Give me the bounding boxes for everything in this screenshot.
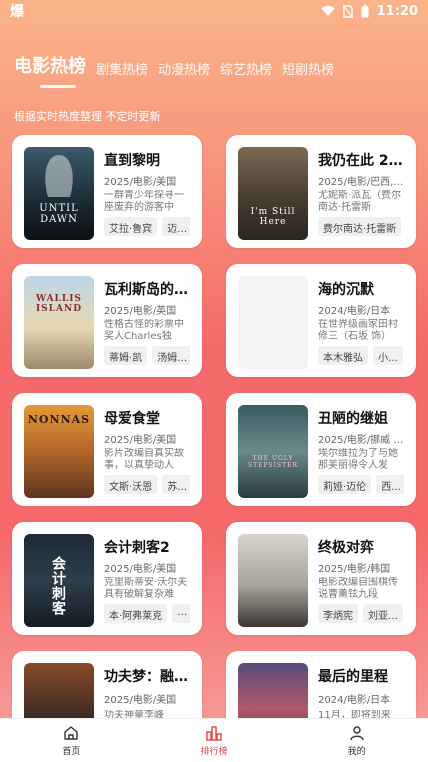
movie-card[interactable]: WALLIS ISLAND 瓦利斯岛的… 2025/电影/英国 性格古怪的彩票中… (12, 264, 202, 377)
cast-chip[interactable]: 苏… (162, 475, 190, 494)
movie-description: 性格古怪的彩票中奖人Charles独自… (104, 319, 184, 341)
movie-meta: 2025/电影/巴西,… (318, 176, 404, 187)
movie-description: 影片改编自真实故事，以真挚动人的… (104, 448, 184, 470)
movie-description: 在世界级画家田村修三（石坂 饰）的… (318, 319, 398, 341)
poster-title: UNTIL DAWN (39, 203, 79, 225)
movie-meta: 2025/电影/美国 (104, 176, 177, 187)
movie-description: 克里斯蒂安·沃尔夫具有破解复杂难题… (104, 577, 188, 599)
cast-chip[interactable]: 李炳宪 (318, 604, 358, 623)
movie-poster: I'm Still Here (238, 147, 308, 240)
cast-chip[interactable]: 本木雅弘 (318, 346, 368, 365)
cast-chip[interactable]: 文斯·沃恩 (104, 475, 158, 494)
cast-chip[interactable]: 费尔南达·托雷斯 (318, 217, 402, 236)
movie-meta: 2024/电影/日本 (318, 305, 391, 316)
tab-anime[interactable]: 动漫热榜 (158, 59, 210, 78)
movie-meta: 2025/电影/美国 (104, 695, 177, 706)
cast-chip[interactable]: 汤姆… (152, 346, 190, 365)
movie-title: 终极对弈 (318, 540, 374, 555)
no-sim-icon (342, 4, 353, 18)
nav-profile-label: 我的 (347, 746, 366, 757)
nav-profile[interactable]: 我的 (317, 725, 397, 757)
movie-title: 海的沉默 (318, 282, 374, 297)
cast-chip[interactable]: 刘亚… (363, 604, 403, 623)
movie-poster (238, 534, 308, 627)
movie-title: 瓦利斯岛的… (104, 282, 188, 297)
clock: 11:20 (376, 3, 418, 19)
cast-chip[interactable]: 小… (373, 346, 403, 365)
movie-description: 埃尔维拉为了与她那美丽得令人发狂… (318, 448, 398, 470)
cast-chip[interactable]: 莉娅·迈伦 (318, 475, 372, 494)
poster-title: I'm Still Here (250, 207, 296, 227)
movie-title: 会计刺客2 (104, 540, 170, 555)
movie-title: 直到黎明 (104, 153, 160, 168)
cast-chip[interactable]: 蒂姆·凯 (104, 346, 148, 365)
movie-meta: 2025/电影/美国 (104, 563, 177, 574)
poster-title: NONNAS (27, 413, 91, 426)
nav-ranking[interactable]: 排行榜 (174, 725, 254, 757)
tab-movies[interactable]: 电影热榜 (14, 52, 86, 88)
movie-title: 我仍在此 2025 (318, 153, 404, 168)
cast-chip[interactable]: 本·阿弗莱克 (104, 604, 168, 623)
movie-card[interactable]: UNTIL DAWN 直到黎明 2025/电影/美国 一群青少年探寻一座废弃的游… (12, 135, 202, 248)
movie-title: 母爱食堂 (104, 411, 160, 426)
movie-meta: 2025/电影/美国 (104, 434, 177, 445)
nav-home-label: 首页 (62, 746, 81, 757)
ranking-icon (206, 725, 222, 741)
cast-chip[interactable]: 迈… (162, 217, 190, 236)
movie-description: 一群青少年探寻一座废弃的游客中心… (104, 190, 184, 212)
status-bar: 爆 11:20 (0, 0, 428, 22)
movie-meta: 2025/电影/英国 (104, 305, 177, 316)
battery-icon (361, 4, 369, 17)
movie-card[interactable]: 会计刺客 会计刺客2 2025/电影/美国 克里斯蒂安·沃尔夫具有破解复杂难题…… (12, 522, 202, 635)
wifi-icon (321, 5, 335, 16)
movie-description: 尤妮斯·派瓦（费尔南达·托雷斯 饰）… (318, 190, 402, 212)
poster-title: WALLIS ISLAND (35, 294, 83, 314)
movie-title: 丑陋的继姐 (318, 411, 388, 426)
movie-card[interactable]: THE UGLY STEPSISTER 丑陋的继姐 2025/电影/挪威 / …… (226, 393, 416, 506)
movie-meta: 2025/电影/韩国 (318, 563, 391, 574)
home-icon (64, 725, 79, 740)
nav-home[interactable]: 首页 (31, 725, 111, 757)
tab-series[interactable]: 剧集热榜 (96, 59, 148, 78)
cast-chip[interactable]: … (172, 604, 190, 623)
movie-poster: 会计刺客 (24, 534, 94, 627)
movie-card[interactable]: NONNAS 母爱食堂 2025/电影/美国 影片改编自真实故事，以真挚动人的…… (12, 393, 202, 506)
movie-poster: THE UGLY STEPSISTER (238, 405, 308, 498)
movie-title: 功夫梦：融… (104, 669, 188, 685)
cast-chip[interactable]: 艾拉·鲁宾 (104, 217, 158, 236)
movie-card[interactable]: I'm Still Here 我仍在此 2025 2025/电影/巴西,… 尤妮… (226, 135, 416, 248)
movie-meta: 2025/电影/挪威 / … (318, 434, 404, 445)
poster-title: THE UGLY STEPSISTER (247, 455, 299, 469)
movie-poster: NONNAS (24, 405, 94, 498)
app-notification-icon: 爆 (10, 4, 24, 20)
movie-description: 电影改编自围棋传说曹薰铉九段（李… (318, 577, 398, 599)
profile-icon (349, 725, 364, 740)
movie-meta: 2024/电影/日本 (318, 695, 391, 706)
movie-poster: WALLIS ISLAND (24, 276, 94, 369)
nav-ranking-label: 排行榜 (200, 746, 228, 757)
movie-title: 最后的里程 (318, 669, 388, 685)
movie-card[interactable]: 海的沉默 2024/电影/日本 在世界级画家田村修三（石坂 饰）的… 本木雅弘 … (226, 264, 416, 377)
movie-poster-placeholder (238, 276, 308, 369)
category-tabs: 电影热榜 剧集热榜 动漫热榜 综艺热榜 短剧热榜 (14, 52, 334, 88)
cast-chip[interactable]: 西… (376, 475, 404, 494)
tab-variety[interactable]: 综艺热榜 (220, 59, 272, 78)
movie-grid: UNTIL DAWN 直到黎明 2025/电影/美国 一群青少年探寻一座废弃的游… (12, 135, 416, 762)
poster-title: 会计刺客 (50, 556, 66, 616)
movie-card[interactable]: 终极对弈 2025/电影/韩国 电影改编自围棋传说曹薰铉九段（李… 李炳宪 刘亚… (226, 522, 416, 635)
bottom-nav: 首页 排行榜 我的 (0, 718, 428, 762)
ranking-subtitle: 根据实时热度整理 不定时更新 (14, 110, 161, 123)
movie-poster: UNTIL DAWN (24, 147, 94, 240)
tab-short-drama[interactable]: 短剧热榜 (282, 59, 334, 78)
